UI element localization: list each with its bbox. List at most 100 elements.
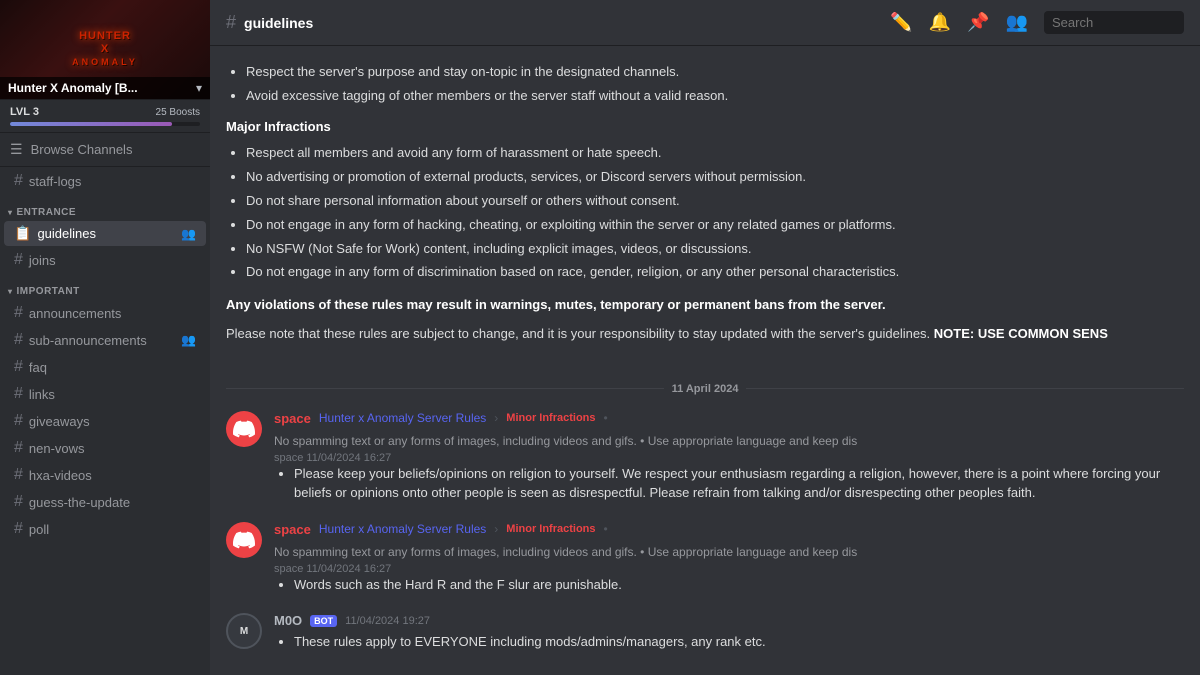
date-label: 11 April 2024 <box>672 383 739 395</box>
message-timestamp: space 11/04/2024 16:27 <box>274 563 1184 575</box>
message-preview: No spamming text or any forms of images,… <box>274 434 857 448</box>
members-icon[interactable]: 👥 <box>1006 12 1028 33</box>
search-input[interactable] <box>1044 11 1184 34</box>
channel-item-announcements[interactable]: # announcements <box>4 300 206 326</box>
boost-count[interactable]: 25 Boosts <box>156 107 200 118</box>
main-content: # guidelines ✏️ 🔔 📌 👥 Respect the server… <box>210 0 1200 675</box>
bot-badge: BOT <box>310 615 337 627</box>
channel-ref[interactable]: Hunter x Anomaly Server Rules <box>319 411 486 425</box>
message-header: space Hunter x Anomaly Server Rules › Mi… <box>274 411 1184 448</box>
rules-item: Respect all members and avoid any form o… <box>246 143 1184 164</box>
boost-section: LVL 3 25 Boosts <box>0 100 210 133</box>
rules-item: No NSFW (Not Safe for Work) content, inc… <box>246 239 1184 260</box>
discord-logo-icon <box>233 529 255 551</box>
hash-icon: # <box>14 358 23 376</box>
browse-channels-icon: ☰ <box>10 141 23 158</box>
rules-item: Do not share personal information about … <box>246 191 1184 212</box>
avatar <box>226 522 262 558</box>
sidebar: HunterXAnomaly Hunter X Anomaly [B... ▾ … <box>0 0 210 675</box>
channel-item-links[interactable]: # links <box>4 381 206 407</box>
message-content: space Hunter x Anomaly Server Rules › Mi… <box>274 411 1184 506</box>
channel-name: links <box>29 387 55 402</box>
message-list-item: Please keep your beliefs/opinions on rel… <box>294 464 1184 503</box>
channel-list: # staff-logs ▾ ENTRANCE 📋 guidelines 👥 #… <box>0 167 210 675</box>
hash-icon: # <box>14 412 23 430</box>
channel-item-giveaways[interactable]: # giveaways <box>4 408 206 434</box>
server-name: Hunter X Anomaly [B... <box>8 81 138 95</box>
rules-item: Do not engage in any form of hacking, ch… <box>246 215 1184 236</box>
chevron-down-icon: ▾ <box>196 81 202 95</box>
message-header: space Hunter x Anomaly Server Rules › Mi… <box>274 522 1184 559</box>
channel-item-nen-vows[interactable]: # nen-vows <box>4 435 206 461</box>
toolbar-icons: ✏️ 🔔 📌 👥 <box>890 11 1184 34</box>
channel-name: hxa-videos <box>29 468 92 483</box>
message-list-item: These rules apply to EVERYONE including … <box>294 632 1184 652</box>
message-group: M M0O BOT 11/04/2024 19:27 These rules a… <box>226 613 1184 655</box>
channel-name: staff-logs <box>29 174 82 189</box>
date-divider: 11 April 2024 <box>226 383 1184 395</box>
hash-icon: # <box>14 304 23 322</box>
message-tag[interactable]: Minor Infractions <box>506 412 595 424</box>
server-header[interactable]: HunterXAnomaly Hunter X Anomaly [B... ▾ <box>0 0 210 100</box>
rules-content: Respect the server's purpose and stay on… <box>226 62 1184 367</box>
channel-hash-icon: # <box>226 12 236 33</box>
message-timestamp: 11/04/2024 19:27 <box>345 615 430 627</box>
boost-progress-bar <box>10 122 200 126</box>
channel-item-joins[interactable]: # joins <box>4 247 206 273</box>
message-content: space Hunter x Anomaly Server Rules › Mi… <box>274 522 1184 598</box>
channel-name: announcements <box>29 306 122 321</box>
channel-name: sub-announcements <box>29 333 147 348</box>
rules-item: No advertising or promotion of external … <box>246 167 1184 188</box>
channel-name: faq <box>29 360 47 375</box>
category-arrow-icon: ▾ <box>8 287 13 296</box>
channel-item-sub-announcements[interactable]: # sub-announcements 👥 <box>4 327 206 353</box>
message-header: M0O BOT 11/04/2024 19:27 <box>274 613 1184 628</box>
hash-icon: # <box>14 466 23 484</box>
hash-icon: # <box>14 439 23 457</box>
server-name-bar[interactable]: Hunter X Anomaly [B... ▾ <box>0 77 210 99</box>
channel-item-poll[interactable]: # poll <box>4 516 206 542</box>
avatar: M <box>226 613 262 649</box>
channel-ref[interactable]: Hunter x Anomaly Server Rules <box>319 522 486 536</box>
channel-item-guidelines[interactable]: 📋 guidelines 👥 <box>4 221 206 246</box>
message-preview: No spamming text or any forms of images,… <box>274 545 857 559</box>
message-timestamp: space 11/04/2024 16:27 <box>274 452 1184 464</box>
channel-item-guess-the-update[interactable]: # guess-the-update <box>4 489 206 515</box>
add-member-icon: 👥 <box>181 227 196 241</box>
rules-warning: Any violations of these rules may result… <box>226 295 1184 316</box>
channel-name: guess-the-update <box>29 495 130 510</box>
rules-item: Do not engage in any form of discriminat… <box>246 262 1184 283</box>
rules-note: Please note that these rules are subject… <box>226 324 1184 345</box>
browse-channels-button[interactable]: ☰ Browse Channels <box>0 133 210 167</box>
channel-name: guidelines <box>37 226 96 241</box>
channel-item-hxa-videos[interactable]: # hxa-videos <box>4 462 206 488</box>
pin-icon[interactable]: 📌 <box>967 12 989 33</box>
separator: • <box>604 522 608 536</box>
message-author: M0O <box>274 613 302 628</box>
avatar <box>226 411 262 447</box>
hash-icon: # <box>14 493 23 511</box>
message-tag[interactable]: Minor Infractions <box>506 523 595 535</box>
message-list-item: Words such as the Hard R and the F slur … <box>294 575 1184 595</box>
top-bar: # guidelines ✏️ 🔔 📌 👥 <box>210 0 1200 46</box>
message-author: space <box>274 411 311 426</box>
channel-item-staff-logs[interactable]: # staff-logs <box>4 168 206 194</box>
category-entrance[interactable]: ▾ ENTRANCE <box>0 195 210 220</box>
message-body: Please keep your beliefs/opinions on rel… <box>274 464 1184 503</box>
message-content: M0O BOT 11/04/2024 19:27 These rules app… <box>274 613 1184 655</box>
avatar-initials: M <box>240 626 248 637</box>
rules-item: Avoid excessive tagging of other members… <box>246 86 1184 107</box>
channel-item-faq[interactable]: # faq <box>4 354 206 380</box>
rules-note-emphasis: NOTE: USE COMMON SENS <box>934 326 1108 341</box>
hash-icon: # <box>14 331 23 349</box>
category-important[interactable]: ▾ IMPORTANT <box>0 274 210 299</box>
edit-icon[interactable]: 🔔 <box>929 12 951 33</box>
threads-icon[interactable]: ✏️ <box>890 12 912 33</box>
message-body: These rules apply to EVERYONE including … <box>274 632 1184 652</box>
message-body: Words such as the Hard R and the F slur … <box>274 575 1184 595</box>
boost-progress-fill <box>10 122 172 126</box>
server-banner-text: HunterXAnomaly <box>68 26 142 74</box>
rules-top-list: Respect the server's purpose and stay on… <box>226 62 1184 107</box>
discord-logo-icon <box>233 418 255 440</box>
browse-channels-label: Browse Channels <box>31 142 133 157</box>
